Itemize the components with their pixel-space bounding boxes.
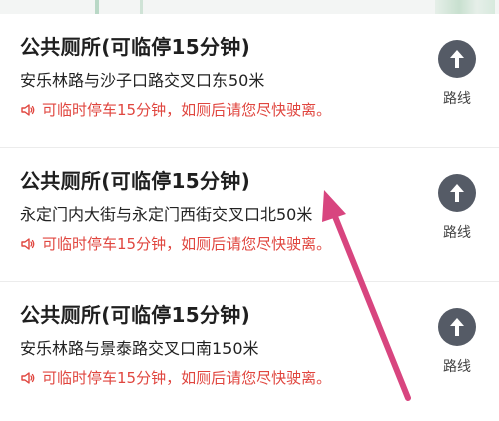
route-button[interactable]: 路线 [435,174,479,242]
poi-result-item[interactable]: 公共厕所(可临停15分钟) 安乐林路与景泰路交叉口南150米 可临时停车15分钟… [0,282,499,416]
parking-notice-text: 可临时停车15分钟，如厕后请您尽快驶离。 [42,235,332,253]
poi-result-item[interactable]: 公共厕所(可临停15分钟) 永定门内大街与永定门西街交叉口北50米 可临时停车1… [0,148,499,282]
route-button-label[interactable]: 路线 [443,356,471,376]
map-road [95,0,99,14]
poi-title: 公共厕所(可临停15分钟) [20,303,251,327]
navigation-arrow-icon [450,184,464,202]
map-road [140,0,143,14]
poi-title: 公共厕所(可临停15分钟) [20,35,251,59]
parking-notice: 可临时停车15分钟，如厕后请您尽快驶离。 [20,233,331,254]
parking-notice-text: 可临时停车15分钟，如厕后请您尽快驶离。 [42,369,332,387]
route-button[interactable]: 路线 [435,308,479,376]
poi-address: 永定门内大街与永定门西街交叉口北50米 [20,205,313,224]
route-button-label[interactable]: 路线 [443,222,471,242]
speaker-icon [21,371,35,384]
route-button-circle[interactable] [438,40,476,78]
route-button-circle[interactable] [438,174,476,212]
parking-notice-text: 可临时停车15分钟，如厕后请您尽快驶离。 [42,101,332,119]
map-area [435,0,495,14]
map-preview-strip[interactable] [0,0,499,14]
navigation-arrow-icon [450,318,464,336]
route-button[interactable]: 路线 [435,40,479,108]
speaker-icon [21,237,35,250]
route-button-label[interactable]: 路线 [443,88,471,108]
poi-address: 安乐林路与沙子口路交叉口东50米 [20,71,265,90]
parking-notice: 可临时停车15分钟，如厕后请您尽快驶离。 [20,99,331,120]
poi-search-results-screen: 公共厕所(可临停15分钟) 安乐林路与沙子口路交叉口东50米 可临时停车15分钟… [0,0,499,421]
route-button-circle[interactable] [438,308,476,346]
poi-result-item[interactable]: 公共厕所(可临停15分钟) 安乐林路与沙子口路交叉口东50米 可临时停车15分钟… [0,14,499,148]
poi-result-list: 公共厕所(可临停15分钟) 安乐林路与沙子口路交叉口东50米 可临时停车15分钟… [0,14,499,416]
speaker-icon [21,103,35,116]
parking-notice: 可临时停车15分钟，如厕后请您尽快驶离。 [20,367,331,388]
poi-title: 公共厕所(可临停15分钟) [20,169,251,193]
poi-address: 安乐林路与景泰路交叉口南150米 [20,339,259,358]
navigation-arrow-icon [450,50,464,68]
